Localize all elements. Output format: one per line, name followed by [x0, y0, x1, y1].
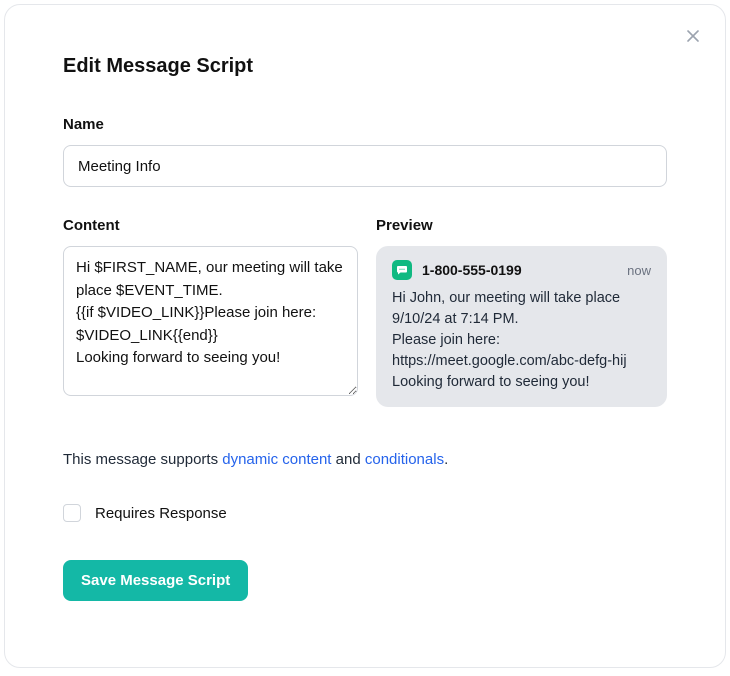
name-input[interactable]	[63, 145, 667, 187]
sms-icon	[392, 260, 412, 280]
support-mid: and	[331, 451, 364, 468]
name-label: Name	[63, 116, 667, 133]
save-button[interactable]: Save Message Script	[63, 560, 248, 601]
dynamic-content-link[interactable]: dynamic content	[222, 451, 331, 468]
close-button[interactable]	[679, 23, 707, 51]
conditionals-link[interactable]: conditionals	[365, 451, 444, 468]
preview-header: 1-800-555-0199 now	[392, 260, 651, 280]
modal-title: Edit Message Script	[63, 55, 667, 78]
preview-sender: 1-800-555-0199	[422, 262, 522, 278]
preview-box: 1-800-555-0199 now Hi John, our meeting …	[376, 246, 667, 407]
requires-response-label: Requires Response	[95, 505, 227, 522]
requires-response-checkbox[interactable]	[63, 504, 81, 522]
support-text: This message supports dynamic content an…	[63, 451, 667, 468]
support-suffix: .	[444, 451, 448, 468]
preview-label: Preview	[376, 217, 667, 234]
preview-body: Hi John, our meeting will take place 9/1…	[392, 288, 651, 393]
close-icon	[685, 28, 701, 47]
support-prefix: This message supports	[63, 451, 222, 468]
edit-message-modal: Edit Message Script Name Content Hi $FIR…	[4, 4, 726, 668]
content-label: Content	[63, 217, 358, 234]
preview-time: now	[627, 263, 651, 278]
content-textarea[interactable]: Hi $FIRST_NAME, our meeting will take pl…	[63, 246, 358, 396]
